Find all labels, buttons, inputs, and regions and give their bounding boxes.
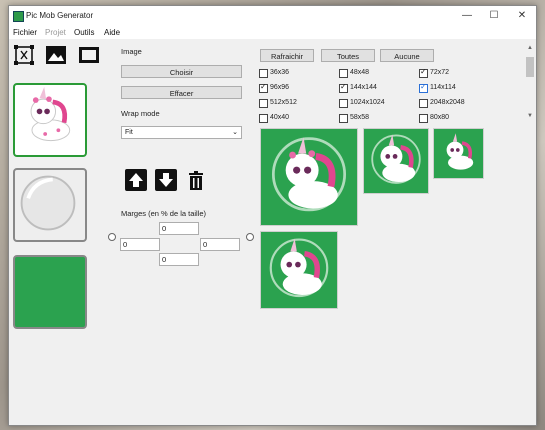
delete-button[interactable] [185, 169, 207, 191]
size-label: 72x72 [430, 69, 450, 76]
unicorn-icon [446, 133, 474, 170]
preview-72 [433, 128, 484, 179]
size-label: 144x144 [350, 84, 377, 91]
checkbox-box[interactable] [339, 99, 348, 108]
size-checkbox[interactable]: 144x144 [339, 82, 377, 93]
checkbox-box[interactable] [339, 82, 348, 93]
size-checkbox[interactable]: 96x96 [259, 82, 290, 93]
unicorn-icon [30, 86, 71, 142]
checkbox-box[interactable] [419, 114, 428, 123]
margins-label: Marges (en % de la taille) [121, 209, 207, 218]
unicorn-icon [371, 134, 421, 184]
menu-outils[interactable]: Outils [74, 28, 94, 37]
scroll-thumb[interactable] [526, 57, 534, 77]
minimize-icon[interactable]: — [459, 9, 475, 23]
close-icon[interactable]: ✕ [514, 9, 530, 23]
checkbox-box[interactable] [259, 82, 268, 93]
title-bar: Pic Mob Generator — ☐ ✕ [9, 6, 536, 26]
move-down-button[interactable] [155, 169, 177, 191]
checkbox-box[interactable] [419, 82, 428, 93]
menu-aide[interactable]: Aide [104, 28, 120, 37]
image-label: Image [121, 47, 142, 56]
frame-icon[interactable] [77, 43, 101, 67]
size-label: 2048x2048 [430, 99, 465, 106]
chevron-down-icon: ⌄ [232, 129, 238, 136]
size-checkbox[interactable]: 72x72 [419, 67, 450, 78]
size-label: 48x48 [350, 69, 370, 76]
checkbox-box[interactable] [419, 99, 428, 108]
wrap-mode-value: Fit [125, 129, 133, 136]
size-label: 80x80 [430, 114, 450, 121]
wrap-mode-label: Wrap mode [121, 109, 160, 118]
checkbox-box[interactable] [419, 67, 428, 78]
preview-144 [260, 128, 358, 226]
mesh-icon[interactable] [12, 43, 36, 67]
checkbox-box[interactable] [259, 114, 268, 123]
scrollbar[interactable]: ▲ ▼ [525, 45, 535, 121]
size-checkbox[interactable]: 114x114 [419, 82, 456, 93]
margin-bottom-field[interactable]: 0 [159, 253, 199, 266]
margin-right-field[interactable]: 0 [200, 238, 240, 251]
arrow-up-icon [129, 173, 143, 187]
checkbox-box[interactable] [259, 99, 268, 108]
size-label: 114x114 [430, 84, 456, 91]
unicorn-icon [269, 238, 329, 298]
size-checkbox[interactable]: 1024x1024 [339, 98, 385, 108]
refresh-button[interactable]: Rafraichir [260, 49, 314, 62]
menu-bar: Fichier Projet Outils Aide [9, 26, 536, 39]
preview-114 [260, 231, 338, 309]
move-up-button[interactable] [125, 169, 147, 191]
app-window: Pic Mob Generator — ☐ ✕ Fichier Projet O… [8, 5, 537, 426]
wrap-mode-select[interactable]: Fit ⌄ [121, 126, 242, 139]
arrow-down-icon [159, 173, 173, 187]
margin-radio-right[interactable] [246, 233, 254, 241]
preview-96 [363, 128, 429, 194]
select-none-button[interactable]: Aucune [380, 49, 434, 62]
margin-radio-left[interactable] [108, 233, 116, 241]
size-checkbox[interactable]: 36x36 [259, 68, 289, 78]
unicorn-icon [271, 137, 347, 212]
size-label: 1024x1024 [350, 99, 385, 106]
scroll-up-icon[interactable]: ▲ [525, 45, 535, 51]
scroll-down-icon[interactable]: ▼ [525, 113, 535, 119]
size-checkbox[interactable]: 80x80 [419, 113, 449, 123]
size-checkbox[interactable]: 2048x2048 [419, 98, 465, 108]
margin-left-field[interactable]: 0 [120, 238, 160, 251]
size-checkbox[interactable]: 48x48 [339, 68, 369, 78]
checkbox-box[interactable] [259, 69, 268, 78]
margin-top-field[interactable]: 0 [159, 222, 199, 235]
menu-fichier[interactable]: Fichier [13, 28, 37, 37]
checkbox-box[interactable] [339, 114, 348, 123]
layer-thumb-background[interactable] [13, 255, 87, 329]
size-label: 96x96 [270, 84, 290, 91]
select-all-button[interactable]: Toutes [321, 49, 375, 62]
size-checkbox[interactable]: 512x512 [259, 98, 297, 108]
size-label: 512x512 [270, 99, 297, 106]
layer-thumb-unicorn[interactable] [13, 83, 87, 157]
checkbox-box[interactable] [339, 69, 348, 78]
window-title: Pic Mob Generator [26, 11, 94, 20]
layer-thumb-bubble[interactable] [13, 168, 87, 242]
size-checkbox[interactable]: 40x40 [259, 113, 289, 123]
size-label: 36x36 [270, 69, 290, 76]
menu-projet[interactable]: Projet [45, 28, 66, 37]
size-label: 40x40 [270, 114, 290, 121]
clear-button[interactable]: Effacer [121, 86, 242, 99]
app-icon [13, 11, 24, 22]
size-checkbox[interactable]: 58x58 [339, 113, 369, 123]
maximize-icon[interactable]: ☐ [486, 9, 502, 23]
trash-icon [189, 171, 203, 190]
bubble-icon [20, 175, 76, 231]
size-label: 58x58 [350, 114, 370, 121]
main-content: Image Choisir Effacer Wrap mode Fit ⌄ Ma… [9, 39, 536, 425]
choose-button[interactable]: Choisir [121, 65, 242, 78]
image-icon[interactable] [44, 43, 68, 67]
